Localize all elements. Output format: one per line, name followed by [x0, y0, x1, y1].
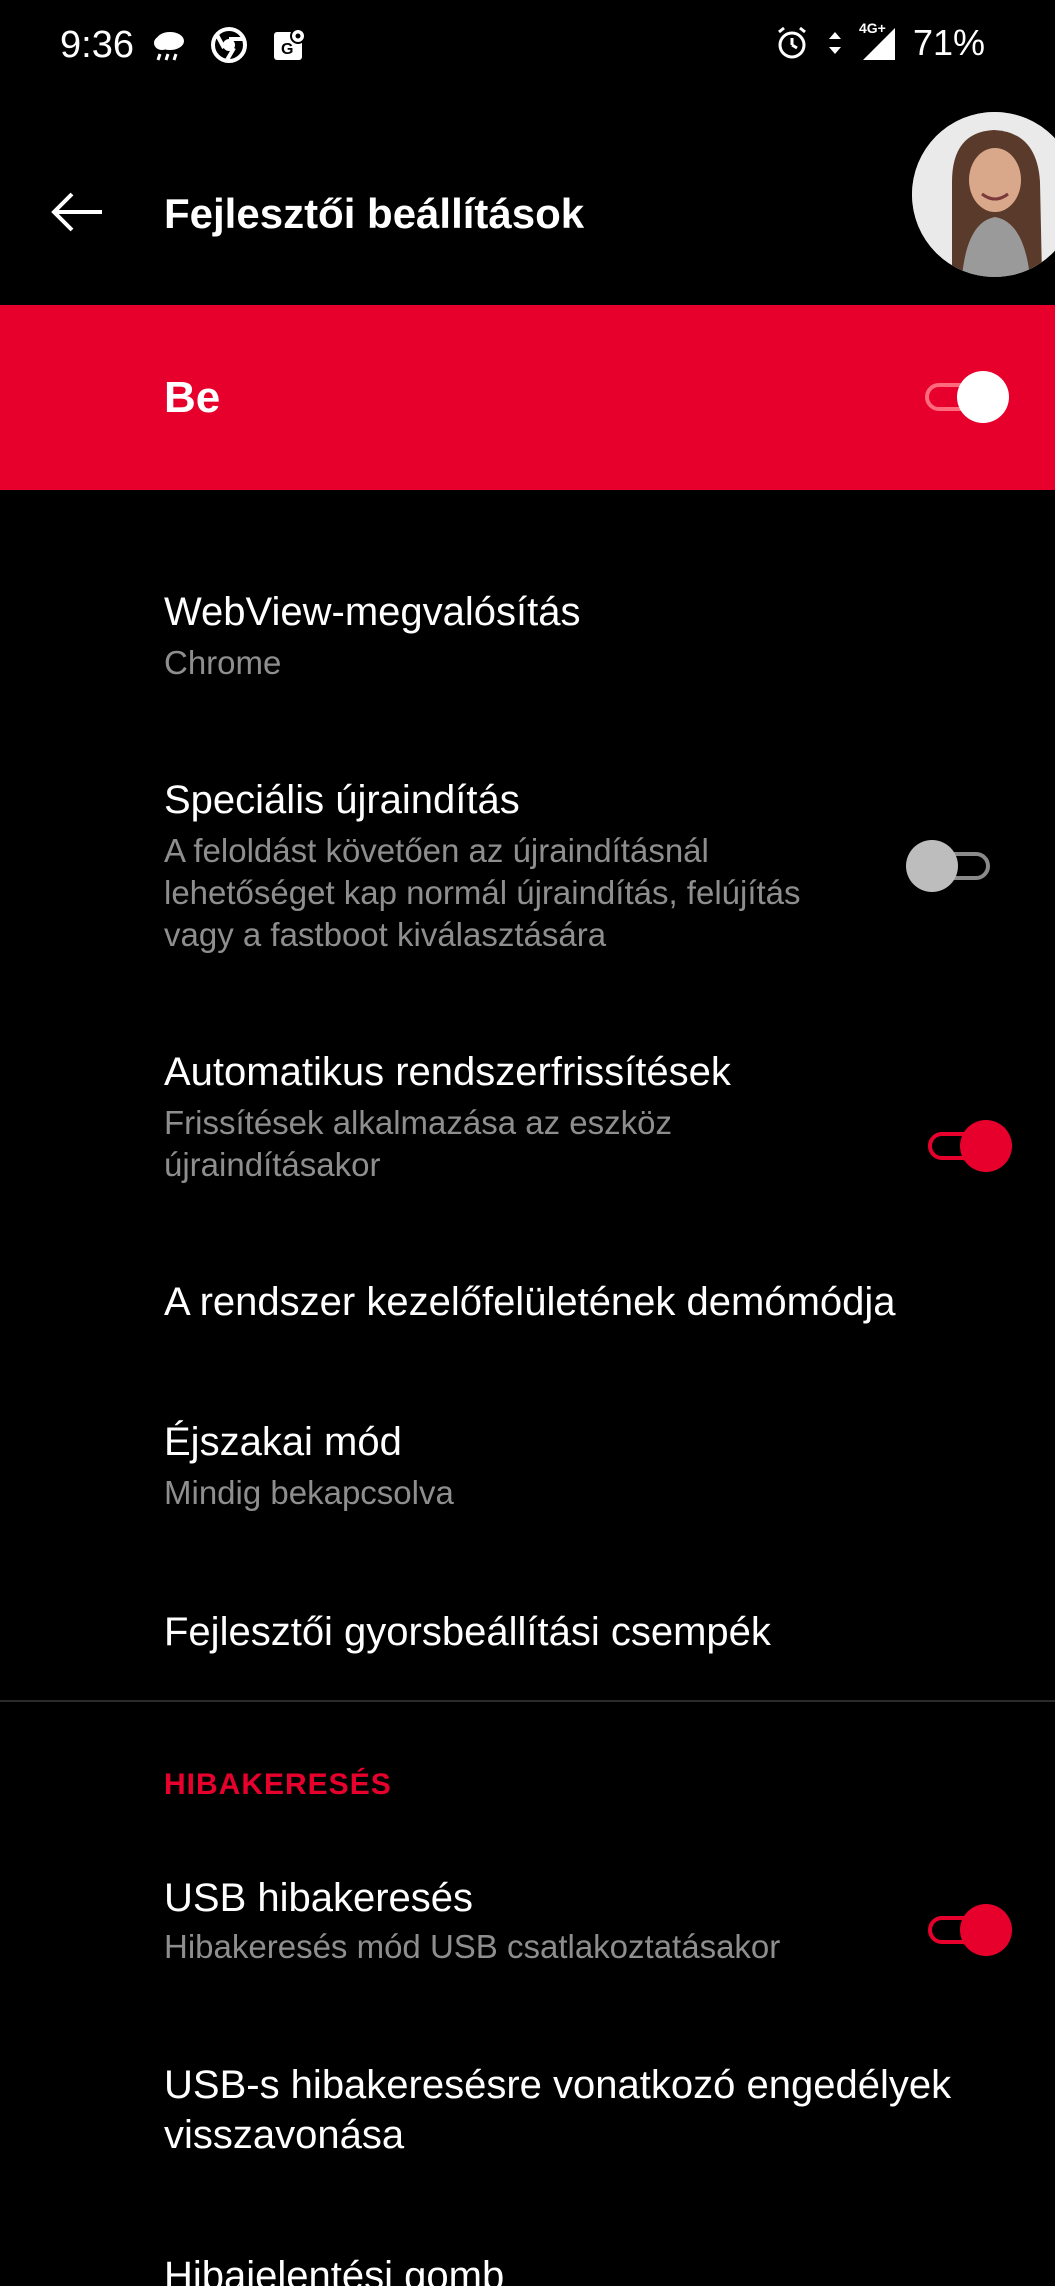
setting-title: Automatikus rendszerfrissítések	[164, 1050, 731, 1094]
subtitle-line: lehetőséget kap normál újraindítás, felú…	[164, 874, 801, 911]
auto-updates-toggle[interactable]	[922, 1116, 1012, 1176]
subtitle-line: vagy a fastboot kiválasztására	[164, 916, 607, 953]
battery-level: 71%	[912, 22, 985, 63]
chrome-icon	[211, 27, 247, 63]
weather-icon	[154, 32, 184, 61]
avatar[interactable]	[912, 112, 1055, 277]
setting-title: Speciális újraindítás	[164, 778, 520, 822]
setting-webview[interactable]: WebView-megvalósítás Chrome	[0, 560, 1055, 710]
setting-demo-mode[interactable]: A rendszer kezelőfelületének demómódja	[0, 1260, 1055, 1360]
title-line: USB-s hibakeresésre vonatkozó engedélyek	[164, 2063, 952, 2107]
setting-subtitle: Chrome	[164, 644, 282, 681]
back-button[interactable]	[40, 175, 115, 250]
setting-title: USB hibakeresés	[164, 1876, 474, 1920]
setting-title: WebView-megvalósítás	[164, 590, 581, 634]
setting-title: Éjszakai mód	[164, 1420, 402, 1464]
system-icons: 4G+ 71%	[773, 20, 985, 64]
page-title: Fejlesztői beállítások	[164, 190, 585, 237]
toggle-thumb	[957, 371, 1009, 423]
usb-debugging-toggle[interactable]	[922, 1900, 1012, 1960]
data-arrows-icon	[828, 32, 841, 54]
toggle-thumb	[960, 1120, 1012, 1172]
setting-bug-report[interactable]: Hibajelentési gomb	[0, 2240, 1055, 2286]
back-arrow-icon	[51, 192, 102, 232]
setting-subtitle: Mindig bekapcsolva	[164, 1474, 454, 1511]
subtitle-line: újraindításakor	[164, 1146, 381, 1183]
avatar-photo	[912, 112, 1055, 277]
setting-night-mode[interactable]: Éjszakai mód Mindig bekapcsolva	[0, 1400, 1055, 1540]
svg-text:G: G	[281, 41, 293, 58]
setting-title: Hibajelentési gomb	[164, 2254, 505, 2286]
setting-title: USB-s hibakeresésre vonatkozó engedélyek…	[164, 2060, 951, 2160]
setting-quick-tiles[interactable]: Fejlesztői gyorsbeállítási csempék	[0, 1590, 1055, 1690]
setting-auto-updates[interactable]: Automatikus rendszerfrissítések Frissíté…	[0, 1030, 1055, 1210]
maps-icon: G	[274, 28, 306, 60]
notification-icons: G	[150, 26, 308, 64]
master-switch-row[interactable]: Be	[0, 305, 1055, 490]
master-switch-toggle[interactable]	[919, 367, 1009, 427]
title-line: visszavonása	[164, 2113, 405, 2157]
subtitle-line: Frissítések alkalmazása az eszköz	[164, 1104, 673, 1141]
setting-subtitle: A feloldást követően az újraindításnál l…	[164, 830, 864, 956]
signal-icon: 4G+	[859, 20, 899, 62]
setting-title: Fejlesztői gyorsbeállítási csempék	[164, 1610, 771, 1654]
toggle-thumb	[906, 840, 958, 892]
status-time: 9:36	[60, 24, 134, 66]
status-bar: 9:36 G 4G+ 71%	[0, 0, 1055, 100]
advanced-reboot-toggle[interactable]	[906, 836, 996, 896]
setting-subtitle: Frissítések alkalmazása az eszköz újrain…	[164, 1102, 864, 1186]
setting-usb-debugging[interactable]: USB hibakeresés Hibakeresés mód USB csat…	[0, 1860, 1055, 2000]
master-switch-label: Be	[164, 373, 221, 422]
setting-subtitle: Hibakeresés mód USB csatlakoztatásakor	[164, 1928, 781, 1965]
section-divider	[0, 1700, 1055, 1702]
app-bar: Fejlesztői beállítások	[0, 100, 1055, 305]
section-header-debugging: HIBAKERESÉS	[164, 1768, 392, 1801]
setting-revoke-usb[interactable]: USB-s hibakeresésre vonatkozó engedélyek…	[0, 2050, 1055, 2180]
alarm-icon	[778, 26, 806, 59]
toggle-thumb	[960, 1904, 1012, 1956]
network-type: 4G+	[858, 20, 886, 36]
setting-advanced-reboot[interactable]: Speciális újraindítás A feloldást követő…	[0, 750, 1055, 970]
setting-title: A rendszer kezelőfelületének demómódja	[164, 1280, 896, 1324]
subtitle-line: A feloldást követően az újraindításnál	[164, 832, 709, 869]
